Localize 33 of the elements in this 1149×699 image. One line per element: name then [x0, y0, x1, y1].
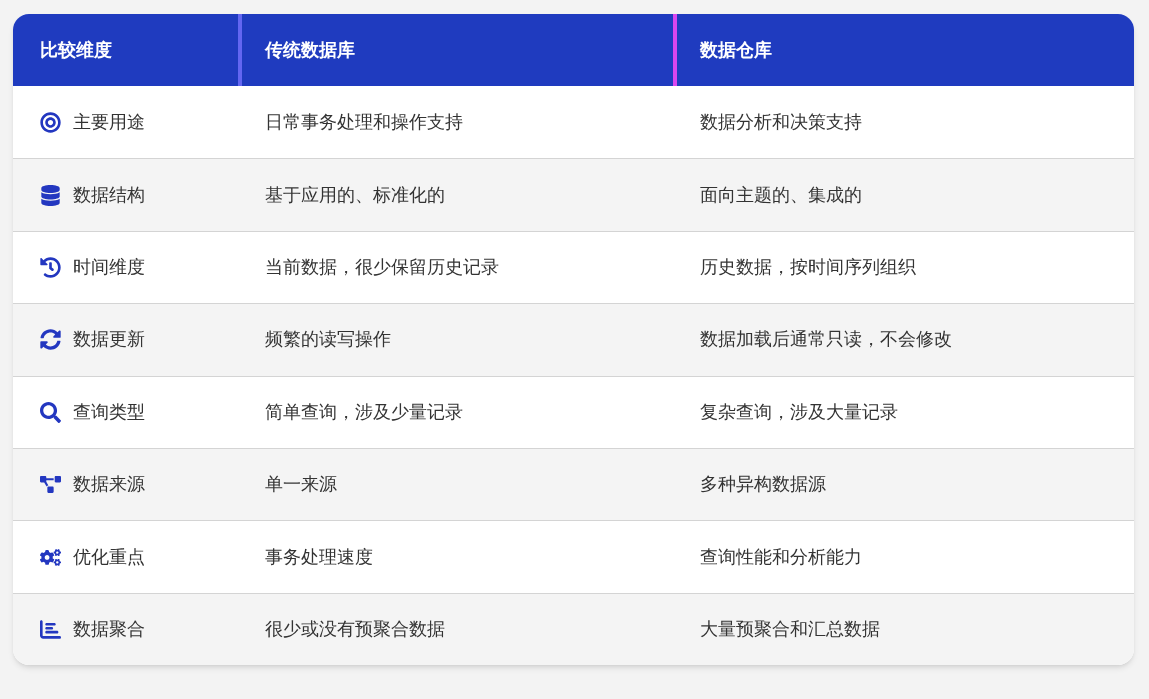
table-cell-text: 主要用途: [73, 110, 145, 134]
table-cell: 多种异构数据源: [700, 474, 826, 495]
table-cell-text: 数据来源: [73, 473, 145, 497]
table-cell: 大量预聚合和汇总数据: [700, 618, 880, 639]
table-cell: 复杂查询，涉及大量记录: [700, 401, 898, 422]
table-cell: 事务处理速度: [265, 546, 373, 567]
table-cell: 数据加载后通常只读，不会修改: [700, 329, 952, 350]
column-header: 比较维度: [39, 38, 113, 62]
table-cell: 基于应用的、标准化的: [265, 184, 445, 205]
table-cell: 查询性能和分析能力: [700, 546, 862, 567]
history-icon: [40, 256, 61, 278]
table-cell-text: 数据结构: [73, 183, 145, 207]
diagram-icon: [40, 474, 61, 496]
gears-icon: [40, 546, 61, 568]
table-cell: 很少或没有预聚合数据: [265, 618, 445, 639]
table-cell: 当前数据，很少保留历史记录: [265, 256, 499, 277]
table-cell-text: 数据更新: [73, 328, 145, 352]
table-cell: 历史数据，按时间序列组织: [700, 256, 916, 277]
table-cell-text: 时间维度: [73, 255, 145, 279]
bar-chart-icon: [40, 618, 61, 640]
table-cell-text: 查询类型: [73, 400, 145, 424]
table-cell-text: 优化重点: [73, 545, 145, 569]
table-cell: 单一来源: [265, 474, 337, 495]
target-icon: [40, 111, 61, 133]
table-cell: 面向主题的、集成的: [700, 184, 862, 205]
table-cell: 简单查询，涉及少量记录: [265, 401, 463, 422]
refresh-icon: [40, 329, 61, 351]
table-cell-text: 数据聚合: [73, 617, 145, 641]
table-cell: 日常事务处理和操作支持: [265, 111, 463, 132]
search-icon: [40, 401, 61, 423]
table-cell: 频繁的读写操作: [265, 329, 391, 350]
table-cell: 数据分析和决策支持: [700, 111, 862, 132]
database-icon: [40, 184, 61, 206]
